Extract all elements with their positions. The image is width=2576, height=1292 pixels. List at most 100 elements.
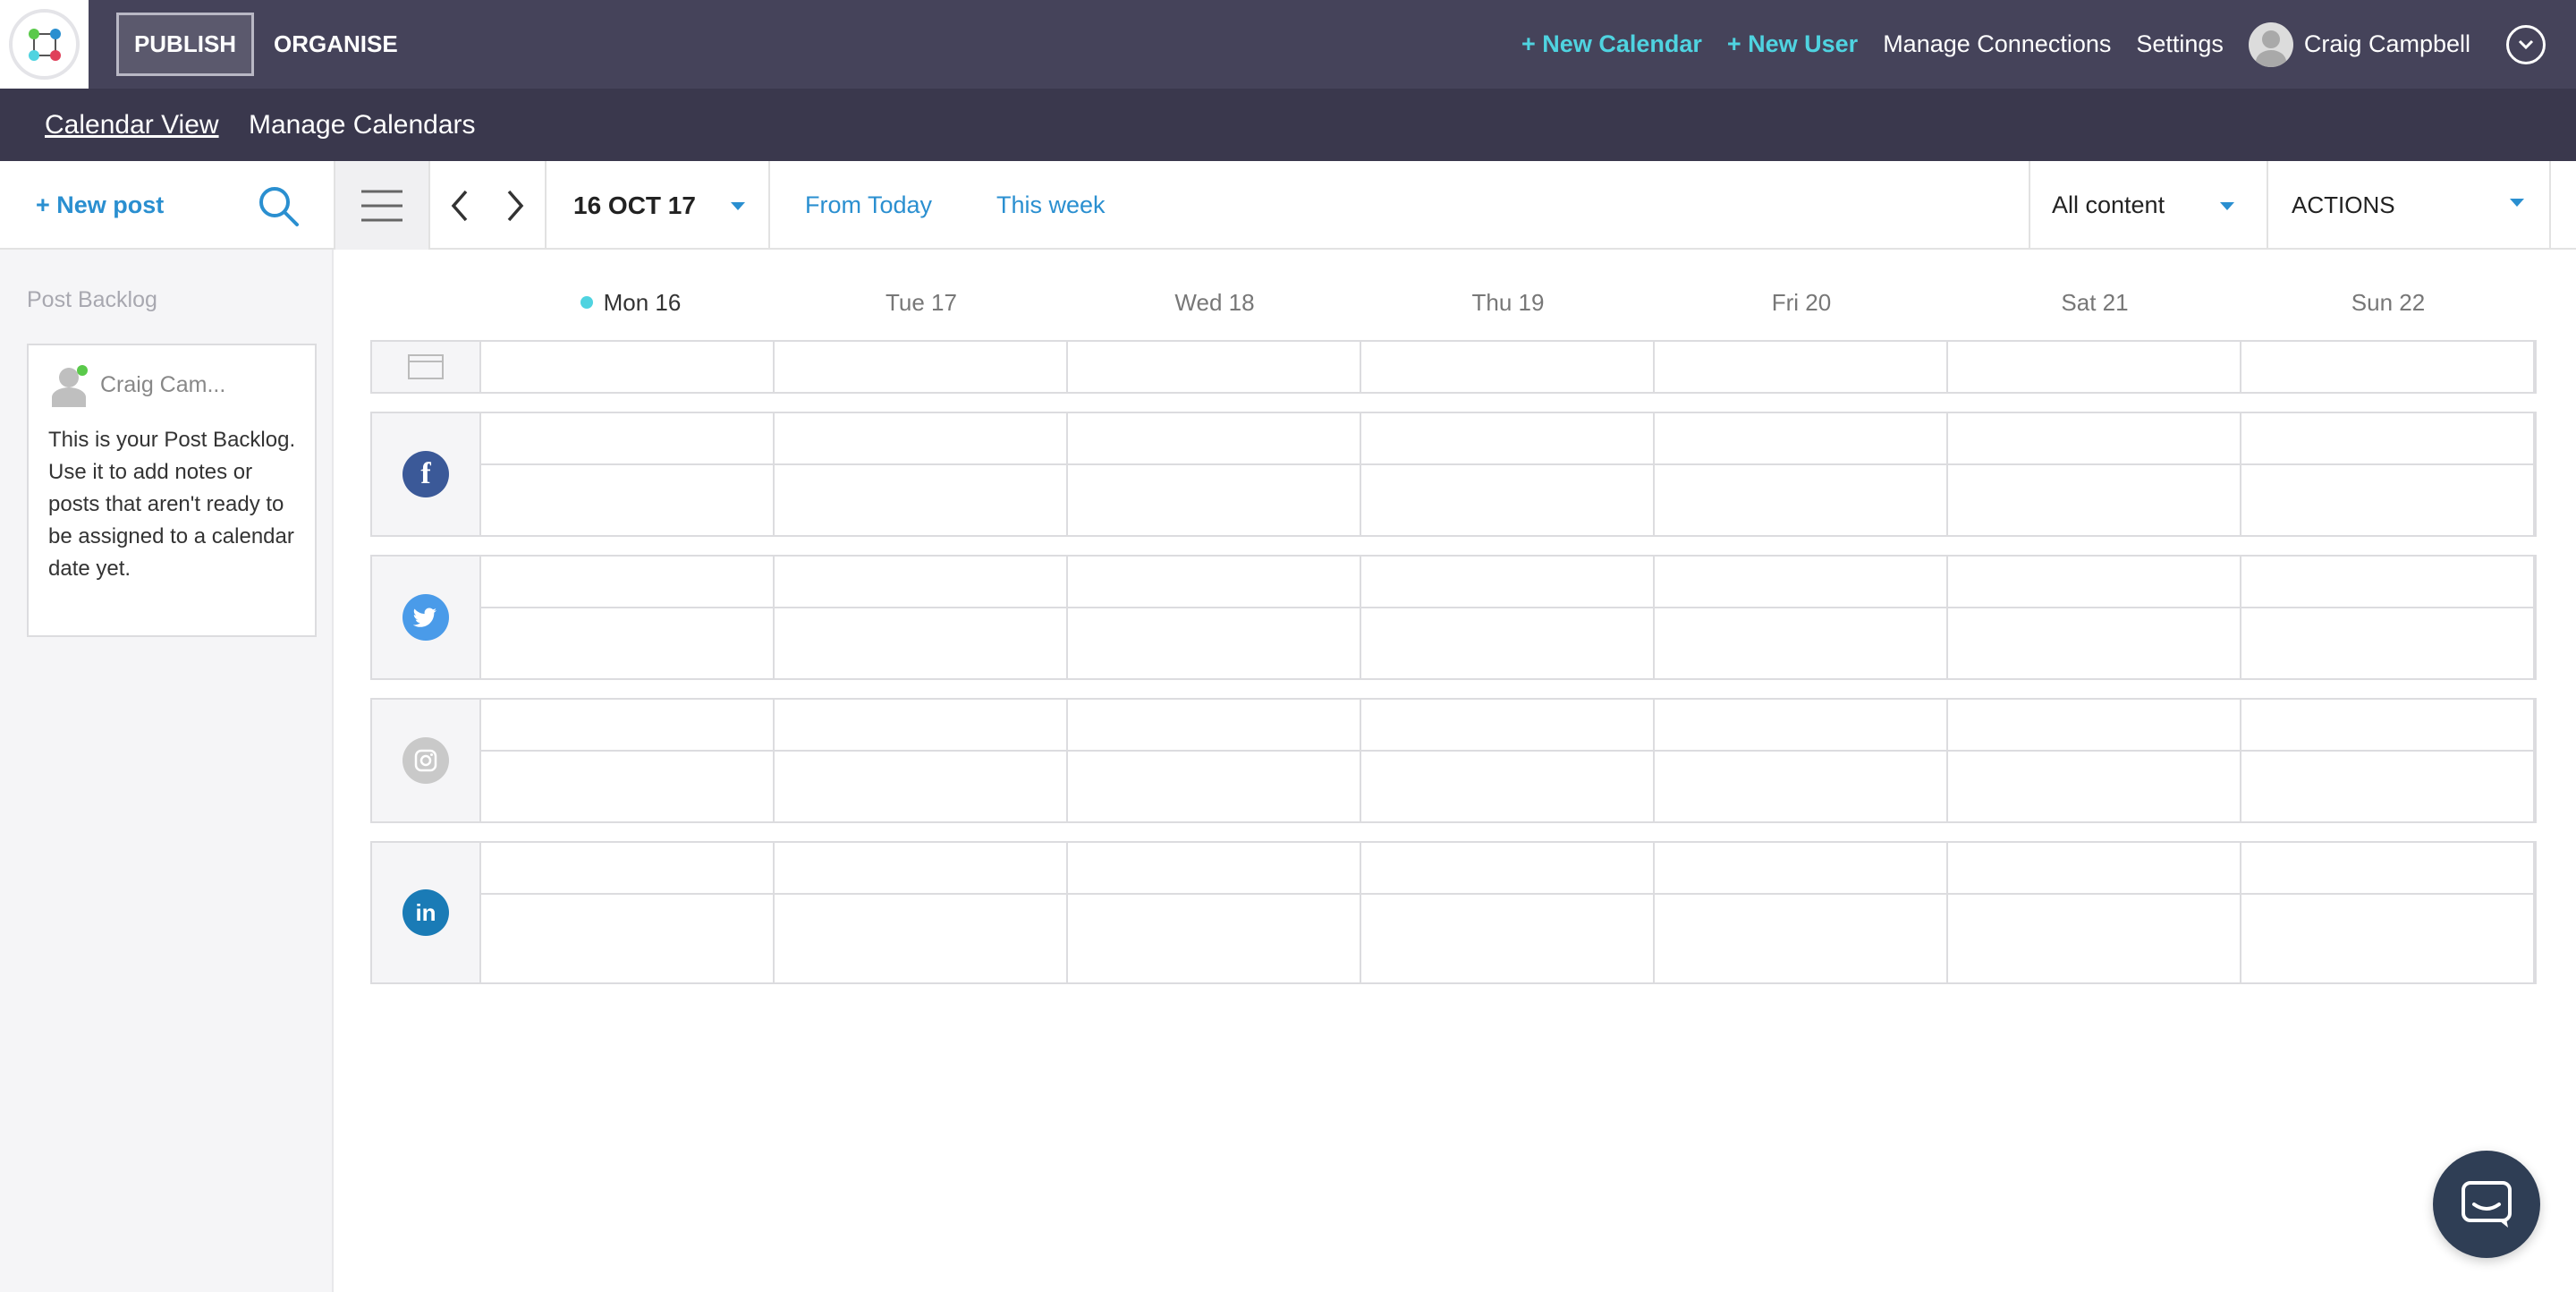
today-indicator-icon xyxy=(580,296,593,309)
day-cell[interactable] xyxy=(2240,843,2241,982)
day-label: Mon 16 xyxy=(603,288,682,316)
day-cell[interactable] xyxy=(1360,557,1361,678)
day-cell[interactable] xyxy=(2240,700,2241,821)
day-cell[interactable] xyxy=(773,557,775,678)
search-icon[interactable] xyxy=(256,183,302,230)
day-header: Thu 19 xyxy=(1471,288,1545,316)
calendar-row-linkedin: in xyxy=(370,841,2537,984)
day-cell[interactable] xyxy=(1653,843,1655,982)
day-cell[interactable] xyxy=(1066,843,1068,982)
day-cell[interactable] xyxy=(2533,557,2535,678)
facebook-icon: f xyxy=(402,451,449,497)
actions-select[interactable]: ACTIONS xyxy=(2267,161,2551,250)
day-cell[interactable] xyxy=(1946,700,1948,821)
user-profile[interactable]: Craig Campbell xyxy=(2248,21,2470,67)
day-cell[interactable] xyxy=(773,700,775,821)
day-cell[interactable] xyxy=(1360,413,1361,535)
day-header: Fri 20 xyxy=(1771,288,1832,316)
date-picker[interactable]: 16 OCT 17 xyxy=(545,161,770,250)
day-header: Wed 18 xyxy=(1174,288,1255,316)
day-header: Sat 21 xyxy=(2061,288,2129,316)
day-cell[interactable] xyxy=(2240,413,2241,535)
day-cell[interactable] xyxy=(1360,342,1361,392)
day-cell[interactable] xyxy=(1066,342,1068,392)
tab-manage-calendars[interactable]: Manage Calendars xyxy=(249,89,476,161)
settings-link[interactable]: Settings xyxy=(2136,30,2224,58)
organise-tab[interactable]: ORGANISE xyxy=(274,13,398,76)
day-cell[interactable] xyxy=(773,413,775,535)
top-right-nav: + New Calendar + New User Manage Connect… xyxy=(1521,0,2576,89)
linkedin-row-header: in xyxy=(372,843,481,982)
day-cell[interactable] xyxy=(2533,700,2535,821)
twitter-icon xyxy=(402,594,449,641)
previous-week-chevron-left-icon[interactable] xyxy=(432,161,487,250)
day-cell[interactable] xyxy=(1360,843,1361,982)
day-cell[interactable] xyxy=(1360,700,1361,821)
calendar-row-facebook: f xyxy=(370,412,2537,537)
top-bar: PUBLISH ORGANISE + New Calendar + New Us… xyxy=(0,0,2576,89)
day-cell[interactable] xyxy=(1946,342,1948,392)
day-cell[interactable] xyxy=(2533,342,2535,392)
calendar-row-twitter xyxy=(370,555,2537,680)
manage-connections-link[interactable]: Manage Connections xyxy=(1883,30,2111,58)
day-header: Mon 16 xyxy=(519,285,742,320)
actions-label: ACTIONS xyxy=(2292,191,2395,218)
actions-caret-icon xyxy=(2510,199,2524,207)
backlog-card[interactable]: Craig Cam... This is your Post Backlog. … xyxy=(27,344,317,637)
linkedin-icon: in xyxy=(402,889,449,936)
card-author: Craig Cam... xyxy=(100,372,226,397)
card-text: This is your Post Backlog. Use it to add… xyxy=(48,428,296,581)
row-divider xyxy=(481,750,2535,752)
day-cell[interactable] xyxy=(2240,342,2241,392)
general-row-header xyxy=(372,342,481,392)
row-divider xyxy=(481,607,2535,608)
day-cell[interactable] xyxy=(1653,557,1655,678)
day-cell[interactable] xyxy=(773,843,775,982)
content-filter-select[interactable]: All content xyxy=(2029,161,2267,250)
date-dropdown-caret-icon xyxy=(731,202,745,210)
online-status-icon xyxy=(77,365,88,376)
avatar xyxy=(2248,21,2293,67)
content-filter-value: All content xyxy=(2052,191,2165,218)
day-cell[interactable] xyxy=(1066,700,1068,821)
day-cell[interactable] xyxy=(2533,843,2535,982)
day-cell[interactable] xyxy=(1653,700,1655,821)
calendar-row-instagram xyxy=(370,698,2537,823)
new-calendar-link[interactable]: + New Calendar xyxy=(1521,30,1702,58)
row-divider xyxy=(481,893,2535,895)
calendar-row-general xyxy=(370,340,2537,394)
new-user-link[interactable]: + New User xyxy=(1727,30,1858,58)
facebook-row-header: f xyxy=(372,413,481,535)
next-week-chevron-right-icon[interactable] xyxy=(487,161,543,250)
from-today-link[interactable]: From Today xyxy=(805,161,932,250)
logo-icon xyxy=(9,9,80,80)
day-cell[interactable] xyxy=(1946,843,1948,982)
chat-launcher-icon[interactable] xyxy=(2433,1151,2540,1258)
day-cell[interactable] xyxy=(1066,413,1068,535)
user-name: Craig Campbell xyxy=(2303,30,2470,57)
day-cell[interactable] xyxy=(1946,413,1948,535)
instagram-row-header xyxy=(372,700,481,821)
day-header: Sun 22 xyxy=(2351,288,2426,316)
row-divider xyxy=(481,463,2535,465)
this-week-link[interactable]: This week xyxy=(996,161,1106,250)
publish-tab[interactable]: PUBLISH xyxy=(116,13,254,76)
day-cell[interactable] xyxy=(2240,557,2241,678)
day-cell[interactable] xyxy=(1653,342,1655,392)
tab-calendar-view[interactable]: Calendar View xyxy=(45,89,219,161)
app-logo[interactable] xyxy=(0,0,89,89)
new-post-button[interactable]: + New post xyxy=(36,161,164,250)
user-menu-chevron-icon[interactable] xyxy=(2506,24,2546,64)
current-date: 16 OCT 17 xyxy=(573,191,696,219)
sub-nav: Calendar View Manage Calendars xyxy=(0,89,2576,161)
day-cell[interactable] xyxy=(1066,557,1068,678)
hamburger-menu-icon[interactable] xyxy=(334,161,430,250)
instagram-icon xyxy=(402,737,449,784)
calendar-toolbar: + New post 16 OCT 17 From Today This wee… xyxy=(0,161,2576,250)
day-cell[interactable] xyxy=(773,342,775,392)
content-filter-caret-icon xyxy=(2220,202,2234,210)
day-cell[interactable] xyxy=(1653,413,1655,535)
day-cell[interactable] xyxy=(1946,557,1948,678)
day-cell[interactable] xyxy=(2533,413,2535,535)
backlog-title: Post Backlog xyxy=(27,287,157,312)
